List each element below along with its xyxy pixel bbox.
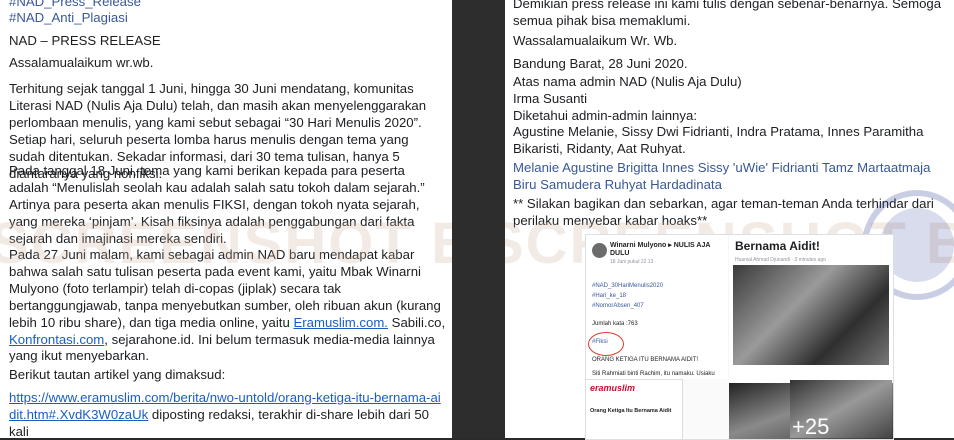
post-tag-1: #NAD_30HariMenulis2020 <box>592 283 664 289</box>
salam-closing: Wassalamualaikum Wr. Wb. <box>513 33 678 48</box>
post-tag-2: #Hari_ke_18 <box>592 293 627 299</box>
hashtag-press-release[interactable]: #NAD_Press_Release <box>9 0 448 10</box>
paragraph-3: Pada 27 Juni malam, kami sebagai admin N… <box>9 247 448 365</box>
place-date: Bandung Barat, 28 Juni 2020. <box>513 56 688 71</box>
post-tag-3: #NomorAbsen_407 <box>592 303 644 309</box>
closing-statement: Demikian press release ini kami tulis de… <box>513 0 942 28</box>
signatory-name: Irma Susanti <box>513 91 588 106</box>
press-release-title: NAD – PRESS RELEASE <box>9 33 161 48</box>
photo-post-meta: Huanial Ahmad Djunandi · 3 minutes ago <box>735 257 826 263</box>
story-title: ORANG KETIGA ITU BERNAMA AIDIT! <box>592 357 699 363</box>
author-avatar <box>592 243 607 258</box>
more-photos-count[interactable]: +25 <box>792 414 829 440</box>
hashtag-anti-plagiasi[interactable]: #NAD_Anti_Plagiasi <box>9 10 448 26</box>
admin-list: Agustine Melanie, Sissy Dwi Fidrianti, I… <box>513 124 924 156</box>
story-start: Siti Rahmiati binti Rachim, itu namaku. … <box>592 371 715 377</box>
paragraph-5: https://www.eramuslim.com/berita/nwo-unt… <box>9 390 448 438</box>
historical-photo <box>733 265 889 365</box>
panel-gutter <box>452 0 505 438</box>
word-count: Jumlah kata :763 <box>592 321 638 327</box>
tagged-people[interactable]: Melanie Agustine Brigitta Innes Sissy 'u… <box>513 160 948 194</box>
highlight-circle <box>588 332 624 356</box>
hashtag-list: #NAD_Press_Release #NAD_Anti_Plagiasi <box>9 0 448 26</box>
post-author: Winarni Mulyono ▸ NULIS AJA DULU <box>610 242 711 257</box>
eramuslim-link[interactable]: Eramuslim.com. <box>293 315 388 330</box>
photo-post-title: Bernama Aidit! <box>735 239 820 253</box>
eramuslim-screenshot[interactable]: eramuslim Orang Ketiga Itu Bernama Aidit <box>586 379 682 439</box>
eramuslim-logo: eramuslim <box>590 383 636 393</box>
on-behalf: Atas nama admin NAD (Nulis Aja Dulu) <box>513 74 742 89</box>
known-by: Diketahui admin-admin lainnya: <box>513 108 697 123</box>
greeting: Assalamualaikum wr.wb. <box>9 55 154 70</box>
paragraph-2: Pada tanggal 18 Juni, tema yang kami ber… <box>9 163 425 246</box>
eramuslim-headline: Orang Ketiga Itu Bernama Aidit <box>590 408 672 414</box>
post-left-panel: #NAD_Press_Release #NAD_Anti_Plagiasi NA… <box>0 0 452 438</box>
paragraph-4: Berikut tautan artikel yang dimaksud: <box>9 367 226 382</box>
paragraph-3-text-b: Sabili.co, <box>387 314 446 330</box>
post-time: 18 Juni pukul 22.13 · <box>610 259 657 265</box>
konfrontasi-link[interactable]: Konfrontasi.com <box>9 332 104 347</box>
share-screenshot[interactable] <box>682 379 729 439</box>
